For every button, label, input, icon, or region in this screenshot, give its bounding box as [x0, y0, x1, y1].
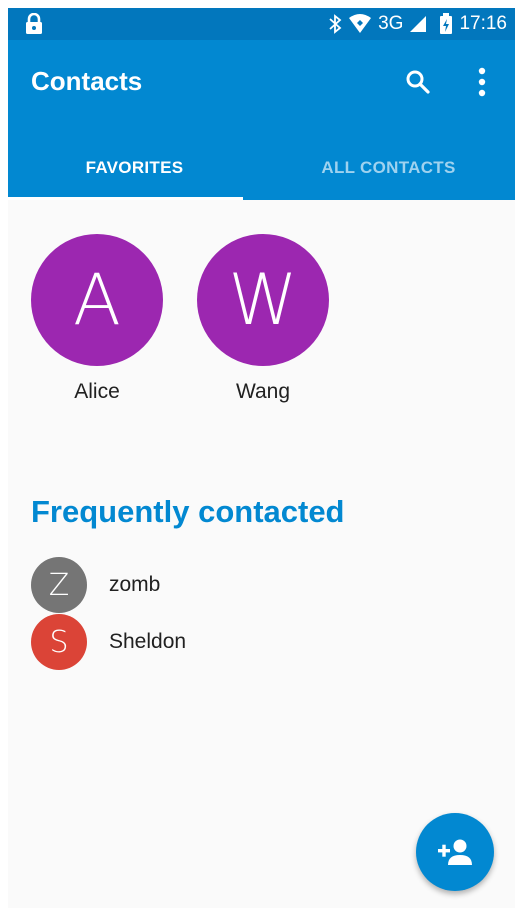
add-person-icon: [438, 839, 472, 865]
status-bar: 3G 17:16: [8, 8, 515, 40]
avatar: Z: [31, 557, 87, 613]
add-contact-button[interactable]: [416, 813, 494, 891]
more-options-button[interactable]: [464, 62, 500, 102]
search-icon: [406, 70, 430, 94]
contact-name: zomb: [109, 573, 161, 596]
lock-icon: [26, 13, 42, 34]
list-item[interactable]: S Sheldon: [31, 614, 491, 670]
contact-name: Alice: [74, 380, 120, 403]
contact-name: Wang: [235, 380, 291, 403]
favorite-contact-wang[interactable]: W Wang: [197, 234, 329, 404]
tab-indicator: [8, 197, 243, 200]
search-button[interactable]: [400, 64, 436, 100]
status-icons: 3G 17:16: [328, 8, 507, 40]
more-vert-icon: [478, 67, 486, 97]
network-type: 3G: [378, 13, 404, 34]
avatar: A: [31, 234, 163, 366]
status-time: 17:16: [459, 13, 507, 34]
avatar: W: [197, 234, 329, 366]
app-bar: Contacts FAVORITES ALL CONTACTS: [8, 40, 515, 200]
tab-favorites[interactable]: FAVORITES: [8, 136, 261, 200]
avatar: S: [31, 614, 87, 670]
wifi-icon: [349, 14, 372, 33]
bluetooth-icon: [329, 14, 342, 34]
frequently-contacted-heading: Frequently contacted: [31, 494, 345, 529]
list-item[interactable]: Z zomb: [31, 557, 491, 613]
contact-name: Sheldon: [109, 630, 187, 653]
favorite-contact-alice[interactable]: A Alice: [31, 234, 163, 404]
battery-icon: [440, 13, 453, 34]
tab-all-contacts[interactable]: ALL CONTACTS: [262, 136, 515, 200]
contacts-screen: 3G 17:16 Contacts FAVORITES ALL CONTACTS…: [8, 8, 515, 908]
signal-icon: [410, 16, 427, 32]
app-title: Contacts: [31, 66, 143, 96]
